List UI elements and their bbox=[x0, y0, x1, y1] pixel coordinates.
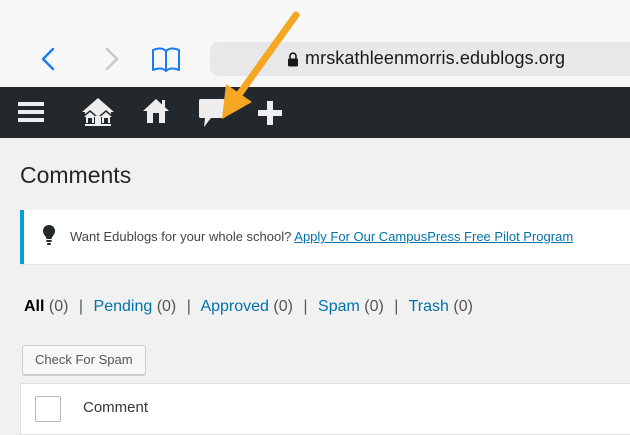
filter-separator: | bbox=[186, 298, 191, 315]
forward-chevron-icon[interactable] bbox=[100, 46, 122, 72]
comments-icon[interactable] bbox=[198, 97, 226, 129]
comments-table-header: Comment bbox=[20, 383, 630, 435]
lightbulb-icon bbox=[43, 225, 55, 245]
url-text[interactable]: mrskathleenmorris.edublogs.org bbox=[305, 48, 565, 69]
menu-icon[interactable] bbox=[18, 100, 44, 124]
home-icon[interactable] bbox=[142, 98, 170, 124]
filter-spam-count: (0) bbox=[364, 298, 384, 315]
filter-separator: | bbox=[78, 298, 84, 315]
notice-text: Want Edublogs for your whole school? App… bbox=[70, 229, 573, 244]
my-sites-icon[interactable] bbox=[78, 96, 118, 128]
filter-spam-link[interactable]: Spam bbox=[318, 298, 360, 315]
lock-icon bbox=[288, 52, 298, 67]
wp-admin-bar bbox=[0, 87, 630, 138]
check-for-spam-button[interactable]: Check For Spam bbox=[22, 345, 146, 375]
promo-notice: Want Edublogs for your whole school? App… bbox=[20, 210, 630, 264]
bookmarks-book-icon[interactable] bbox=[150, 45, 182, 73]
pilot-program-link[interactable]: Apply For Our CampusPress Free Pilot Pro… bbox=[294, 229, 573, 244]
column-comment-header[interactable]: Comment bbox=[83, 399, 148, 416]
filter-trash-count: (0) bbox=[453, 298, 473, 315]
filter-pending-count: (0) bbox=[156, 298, 177, 315]
comment-status-filters: All (0) | Pending (0) | Approved (0) | S… bbox=[24, 298, 473, 316]
notice-message: Want Edublogs for your whole school? bbox=[70, 229, 292, 244]
filter-all-count: (0) bbox=[48, 298, 69, 315]
filter-approved-count: (0) bbox=[273, 298, 293, 315]
filter-separator: | bbox=[394, 298, 399, 315]
back-chevron-icon[interactable] bbox=[38, 46, 60, 72]
filter-trash-link[interactable]: Trash bbox=[409, 298, 449, 315]
filter-approved-link[interactable]: Approved bbox=[200, 298, 269, 315]
filter-all-label[interactable]: All bbox=[24, 298, 44, 315]
browser-toolbar: mrskathleenmorris.edublogs.org bbox=[0, 0, 630, 87]
page-title: Comments bbox=[20, 162, 132, 188]
filter-separator: | bbox=[303, 298, 308, 315]
filter-pending-link[interactable]: Pending bbox=[94, 298, 153, 315]
new-content-plus-icon[interactable] bbox=[257, 100, 283, 126]
select-all-checkbox[interactable] bbox=[35, 396, 61, 422]
